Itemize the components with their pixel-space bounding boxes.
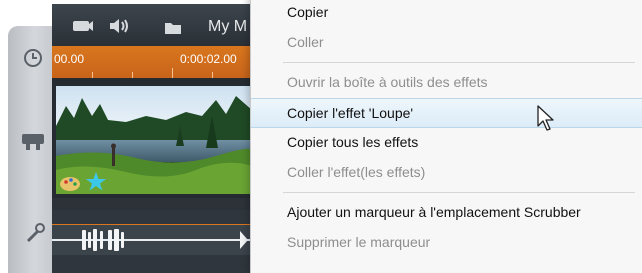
menu-item-label: Ajouter un marqueur à l'emplacement Scru… — [287, 204, 581, 220]
context-menu: Copier Coller Ouvrir la boîte à outils d… — [250, 0, 642, 273]
menu-item-add-marker-at-scrubber[interactable]: Ajouter un marqueur à l'emplacement Scru… — [251, 198, 642, 228]
ruler-tick — [172, 68, 173, 78]
ruler-mid-time: 0:00:02.00 — [180, 52, 237, 66]
menu-item-label: Copier — [287, 4, 329, 20]
menu-item-copy-all-effects[interactable]: Copier tous les effets — [251, 128, 642, 158]
mouse-pointer-icon — [536, 104, 556, 136]
menu-item-label: Coller l'effet(les effets) — [287, 164, 426, 180]
timeline-toolbar: My M — [52, 4, 252, 46]
menu-item-label: Coller — [287, 34, 324, 50]
menu-item-delete-marker[interactable]: Supprimer le marqueur — [251, 228, 642, 258]
menu-item-paste-effects[interactable]: Coller l'effet(les effets) — [251, 158, 642, 188]
menu-item-copy[interactable]: Copier — [251, 0, 642, 28]
screenshot-stage: My M 00.00 0:00:02.00 Copier Coller Ouvr… — [0, 0, 642, 273]
menu-item-paste[interactable]: Coller — [251, 28, 642, 58]
ruler-start-time: 00.00 — [54, 52, 85, 66]
audio-track[interactable] — [52, 210, 252, 273]
menu-separator — [283, 62, 635, 63]
camera-icon[interactable] — [20, 130, 46, 156]
menu-item-label: Copier tous les effets — [287, 134, 419, 150]
menu-item-copy-effect-loupe[interactable]: Copier l'effet 'Loupe' — [251, 98, 642, 128]
project-title: My M — [208, 18, 248, 35]
video-track[interactable] — [52, 78, 252, 198]
menu-item-label: Supprimer le marqueur — [287, 234, 431, 250]
menu-item-label: Copier l'effet 'Loupe' — [287, 105, 414, 121]
palette-icon — [60, 177, 80, 191]
menu-separator — [283, 192, 635, 193]
folder-icon[interactable] — [164, 20, 182, 39]
audio-waveform-band — [52, 224, 252, 255]
menu-item-open-effects-toolbox[interactable]: Ouvrir la boîte à outils des effets — [251, 68, 642, 98]
clock-icon[interactable] — [23, 48, 43, 72]
track-header-rail — [8, 26, 56, 273]
microphone-icon[interactable] — [24, 222, 46, 248]
timeline-ruler[interactable]: 00.00 0:00:02.00 — [52, 46, 252, 78]
speaker-icon[interactable] — [108, 18, 130, 38]
video-clip-thumbnail[interactable] — [56, 86, 252, 194]
camera-icon[interactable] — [72, 18, 94, 38]
menu-item-label: Ouvrir la boîte à outils des effets — [287, 74, 488, 90]
timeline-panel: My M 00.00 0:00:02.00 — [52, 4, 252, 273]
